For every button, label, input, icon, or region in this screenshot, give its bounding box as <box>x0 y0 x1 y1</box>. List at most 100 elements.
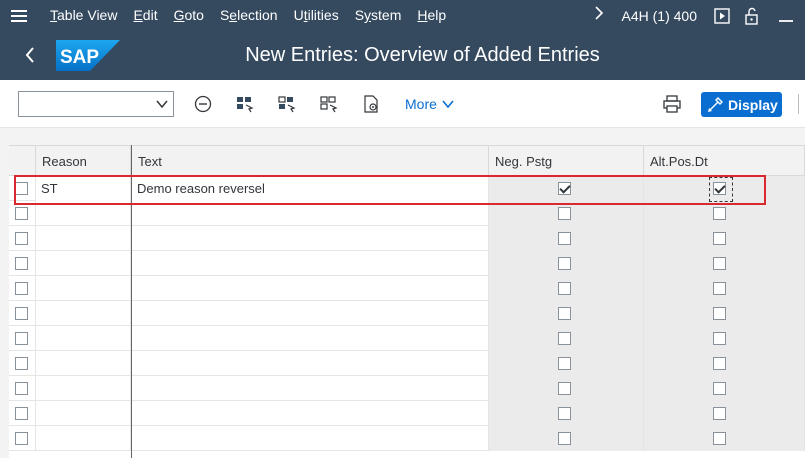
alt-pos-dt-checkbox[interactable] <box>713 282 726 295</box>
menu-icon[interactable] <box>0 0 38 31</box>
neg-pstg-checkbox[interactable] <box>558 232 571 245</box>
alt-pos-dt-checkbox[interactable] <box>713 407 726 420</box>
variant-dropdown[interactable] <box>18 91 174 117</box>
row-select-checkbox[interactable] <box>15 432 28 445</box>
toolbar: More Display <box>0 80 805 128</box>
menu-item-utilities[interactable]: Utilities <box>286 0 347 31</box>
row-select-checkbox[interactable] <box>15 282 28 295</box>
row-select-checkbox[interactable] <box>15 207 28 220</box>
row-selector[interactable] <box>9 326 36 351</box>
neg-pstg-checkbox[interactable] <box>558 407 571 420</box>
text-cell[interactable] <box>132 301 489 326</box>
text-cell[interactable] <box>132 226 489 251</box>
reason-cell[interactable] <box>36 426 131 451</box>
alt-pos-dt-cell <box>644 226 805 251</box>
row-selector[interactable] <box>9 276 36 301</box>
play-icon[interactable] <box>707 0 737 31</box>
reason-cell[interactable] <box>36 301 131 326</box>
row-selector[interactable] <box>9 301 36 326</box>
select-all-column[interactable] <box>9 146 36 177</box>
chevron-right-icon[interactable] <box>586 6 612 25</box>
header-neg-pstg[interactable]: Neg. Pstg <box>489 146 644 177</box>
reason-cell[interactable] <box>36 251 131 276</box>
reason-cell[interactable] <box>36 226 131 251</box>
text-cell[interactable] <box>132 326 489 351</box>
row-selector[interactable] <box>9 226 36 251</box>
alt-pos-dt-checkbox[interactable] <box>713 382 726 395</box>
menu-bar: Table View Edit Goto Selection Utilities Syst… <box>0 0 805 31</box>
alt-pos-dt-checkbox[interactable] <box>713 232 726 245</box>
alt-pos-dt-checkbox[interactable] <box>713 432 726 445</box>
minimize-icon[interactable] <box>767 0 805 31</box>
text-cell[interactable] <box>132 401 489 426</box>
menu-item-selection[interactable]: Selection <box>212 0 286 31</box>
unlock-icon[interactable] <box>737 0 767 31</box>
row-selector[interactable] <box>9 251 36 276</box>
print-icon[interactable] <box>662 94 682 114</box>
display-button[interactable]: Display <box>701 92 782 117</box>
neg-pstg-cell <box>489 301 644 326</box>
config-icon[interactable] <box>361 94 381 114</box>
deselect-all-icon[interactable] <box>319 94 339 114</box>
menu-right: A4H (1) 400 <box>586 0 805 31</box>
deselect-icon[interactable] <box>193 94 213 114</box>
neg-pstg-checkbox[interactable] <box>558 207 571 220</box>
more-button[interactable]: More <box>405 96 454 112</box>
row-select-checkbox[interactable] <box>15 257 28 270</box>
menu-items: Table View Edit Goto Selection Utilities Syst… <box>42 0 454 31</box>
neg-pstg-cell <box>489 251 644 276</box>
alt-pos-dt-checkbox[interactable] <box>713 332 726 345</box>
reason-cell[interactable] <box>36 351 131 376</box>
neg-pstg-cell <box>489 276 644 301</box>
alt-pos-dt-cell <box>644 326 805 351</box>
row-select-checkbox[interactable] <box>15 332 28 345</box>
neg-pstg-checkbox[interactable] <box>558 382 571 395</box>
menu-item-goto[interactable]: Goto <box>166 0 212 31</box>
display-toggle-icon <box>708 96 723 112</box>
neg-pstg-checkbox[interactable] <box>558 332 571 345</box>
alt-pos-dt-checkbox[interactable] <box>713 357 726 370</box>
neg-pstg-checkbox[interactable] <box>558 257 571 270</box>
text-cell[interactable] <box>132 351 489 376</box>
toolbar-separator <box>798 94 805 114</box>
reason-cell[interactable] <box>36 376 131 401</box>
alt-pos-dt-checkbox[interactable] <box>713 207 726 220</box>
alt-pos-dt-checkbox[interactable] <box>713 257 726 270</box>
row-select-checkbox[interactable] <box>15 407 28 420</box>
select-all-icon[interactable] <box>235 94 255 114</box>
header-reason[interactable]: Reason <box>36 146 131 177</box>
row-selector[interactable] <box>9 376 36 401</box>
alt-pos-dt-cell <box>644 276 805 301</box>
neg-pstg-cell <box>489 226 644 251</box>
neg-pstg-checkbox[interactable] <box>558 432 571 445</box>
header-alt-pos-dt[interactable]: Alt.Pos.Dt <box>644 146 805 177</box>
menu-item-edit[interactable]: Edit <box>125 0 165 31</box>
text-cell[interactable] <box>132 276 489 301</box>
reason-cell[interactable] <box>36 276 131 301</box>
neg-pstg-checkbox[interactable] <box>558 357 571 370</box>
text-cell[interactable] <box>132 376 489 401</box>
neg-pstg-checkbox[interactable] <box>558 282 571 295</box>
alt-pos-dt-cell <box>644 301 805 326</box>
row-select-checkbox[interactable] <box>15 307 28 320</box>
neg-pstg-cell <box>489 426 644 451</box>
neg-pstg-checkbox[interactable] <box>558 307 571 320</box>
menu-item-help[interactable]: Help <box>409 0 454 31</box>
reason-cell[interactable] <box>36 326 131 351</box>
select-block-icon[interactable] <box>277 94 297 114</box>
row-selector[interactable] <box>9 351 36 376</box>
row-selector[interactable] <box>9 401 36 426</box>
row-selector[interactable] <box>9 426 36 451</box>
text-cell[interactable] <box>132 251 489 276</box>
header-text[interactable]: Text <box>132 146 489 177</box>
row-select-checkbox[interactable] <box>15 232 28 245</box>
row-select-checkbox[interactable] <box>15 382 28 395</box>
menu-item-system[interactable]: System <box>347 0 410 31</box>
table-row <box>9 376 805 401</box>
reason-cell[interactable] <box>36 401 131 426</box>
menu-item-table-view[interactable]: Table View <box>42 0 125 31</box>
row-select-checkbox[interactable] <box>15 357 28 370</box>
alt-pos-dt-checkbox[interactable] <box>713 307 726 320</box>
text-cell[interactable] <box>132 426 489 451</box>
alt-pos-dt-cell <box>644 426 805 451</box>
